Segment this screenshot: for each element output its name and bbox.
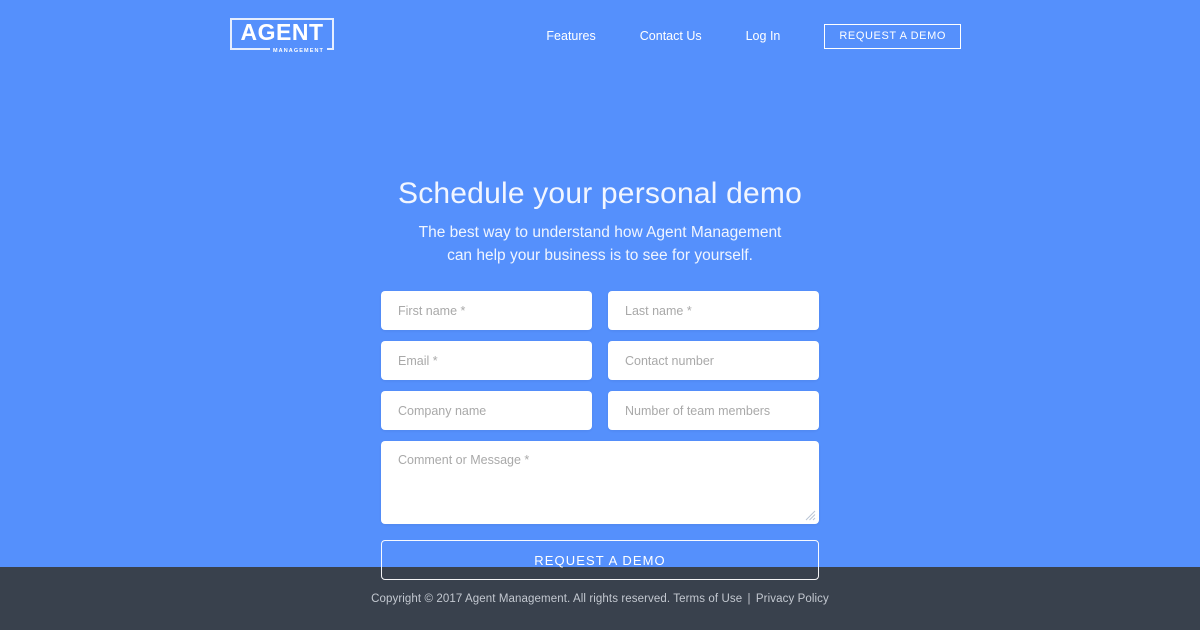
page-subtitle-line-2: can help your business is to see for you…: [447, 247, 753, 264]
footer-privacy-policy-link[interactable]: Privacy Policy: [756, 593, 829, 605]
nav-item-contact-us[interactable]: Contact Us: [618, 23, 724, 49]
team-members-input[interactable]: [608, 391, 819, 430]
form-row-contact: [381, 341, 819, 380]
logo-subtitle: MANAGEMENT: [269, 47, 327, 55]
logo[interactable]: AGENT MANAGEMENT: [230, 18, 334, 55]
form-row-message: [381, 441, 819, 524]
last-name-input[interactable]: [608, 291, 819, 330]
page-subtitle-line-1: The best way to understand how Agent Man…: [418, 224, 782, 241]
first-name-input[interactable]: [381, 291, 592, 330]
footer-terms-of-use-link[interactable]: Terms of Use: [673, 593, 742, 605]
form-row-name: [381, 291, 819, 330]
email-input[interactable]: [381, 341, 592, 380]
main-navigation: Features Contact Us Log In REQUEST A DEM…: [524, 23, 961, 49]
site-header: AGENT MANAGEMENT Features Contact Us Log…: [0, 0, 1200, 72]
nav-request-demo-button[interactable]: REQUEST A DEMO: [824, 23, 961, 49]
landing-page: AGENT MANAGEMENT Features Contact Us Log…: [0, 0, 1200, 630]
form-row-company: [381, 391, 819, 430]
message-textarea[interactable]: [381, 441, 819, 524]
page-subtitle: The best way to understand how Agent Man…: [0, 221, 1200, 267]
contact-number-input[interactable]: [608, 341, 819, 380]
nav-item-features[interactable]: Features: [524, 23, 617, 49]
demo-request-form: REQUEST A DEMO: [381, 291, 819, 580]
page-title: Schedule your personal demo: [398, 177, 802, 210]
submit-request-demo-button[interactable]: REQUEST A DEMO: [381, 540, 819, 580]
footer-copyright: Copyright © 2017 Agent Management. All r…: [371, 592, 671, 605]
footer-separator: |: [747, 592, 751, 605]
nav-item-log-in[interactable]: Log In: [724, 23, 803, 49]
footer-text: Copyright © 2017 Agent Management. All r…: [371, 593, 829, 605]
company-name-input[interactable]: [381, 391, 592, 430]
main-content: Schedule your personal demo The best way…: [0, 72, 1200, 580]
logo-wordmark: AGENT: [240, 19, 324, 45]
